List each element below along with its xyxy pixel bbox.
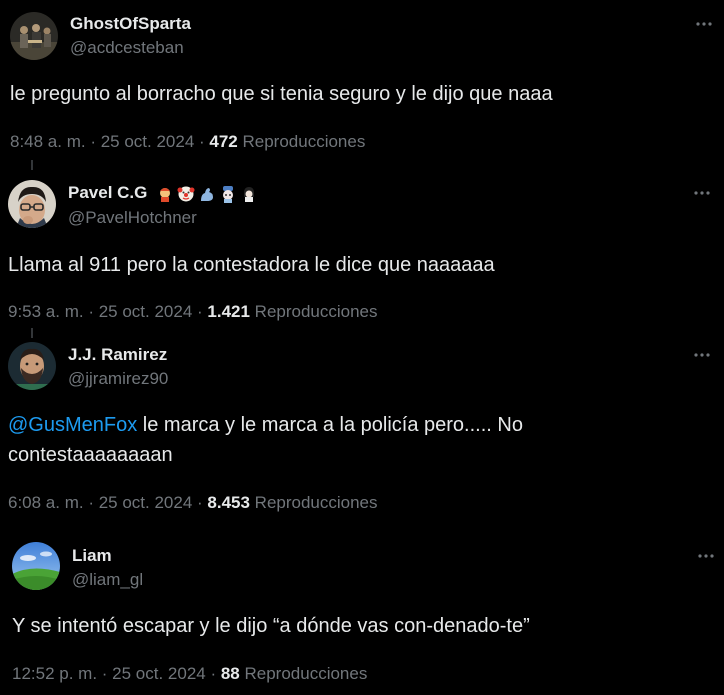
timestamp[interactable]: 6:08 a. m. · 25 oct. 2024 · xyxy=(8,493,207,512)
ghost-girl-emoji-icon xyxy=(240,185,258,203)
avatar[interactable] xyxy=(10,12,58,60)
green-hill-sky-avatar-icon xyxy=(12,542,60,590)
user-handle[interactable]: @acdcesteban xyxy=(70,38,184,58)
tweet-text-line1: le marca y le marca a la policía pero...… xyxy=(137,414,523,436)
user-handle[interactable]: @PavelHotchner xyxy=(68,208,197,228)
more-options-icon[interactable] xyxy=(692,183,712,203)
more-options-icon[interactable] xyxy=(692,345,712,365)
thread-connector xyxy=(31,328,33,338)
tweet-text: Y se intentó escapar y le dijo “a dónde … xyxy=(12,615,530,637)
fist-boy-emoji-icon xyxy=(156,185,174,203)
view-count: 8.453 xyxy=(207,493,250,512)
more-options-icon[interactable] xyxy=(694,14,714,34)
timestamp[interactable]: 9:53 a. m. · 25 oct. 2024 · xyxy=(8,302,207,321)
mention-link[interactable]: @GusMenFox xyxy=(8,414,137,436)
user-handle[interactable]: @liam_gl xyxy=(72,570,143,590)
more-options-icon[interactable] xyxy=(696,546,716,566)
views-label: Reproducciones xyxy=(239,664,368,683)
display-name[interactable]: Pavel C.G xyxy=(68,183,147,202)
timestamp[interactable]: 8:48 a. m. · 25 oct. 2024 · xyxy=(10,132,209,151)
display-name-row[interactable]: Pavel C.G xyxy=(68,183,258,203)
bearded-man-avatar-icon xyxy=(8,342,56,390)
name-emojis xyxy=(156,185,258,203)
skull-hat-emoji-icon xyxy=(219,185,237,203)
tweet-meta: 9:53 a. m. · 25 oct. 2024 · 1.421 Reprod… xyxy=(8,302,378,322)
view-count: 88 xyxy=(220,664,240,683)
tweet-meta: 8:48 a. m. · 25 oct. 2024 · 472 Reproduc… xyxy=(10,132,365,152)
display-name[interactable]: Liam xyxy=(72,546,112,566)
views-label: Reproducciones xyxy=(249,493,378,512)
tweet-text-line2: contestaaaaaaaan xyxy=(8,444,173,466)
avatar[interactable] xyxy=(8,180,56,228)
flexed-arm-emoji-icon xyxy=(198,185,216,203)
display-name[interactable]: GhostOfSparta xyxy=(70,14,191,34)
tweet-meta: 12:52 p. m. · 25 oct. 2024 · 88 Reproduc… xyxy=(12,664,367,684)
man-with-glasses-avatar-icon xyxy=(8,180,56,228)
tweet-text: @GusMenFox le marca y le marca a la poli… xyxy=(8,410,698,470)
view-count: 472 xyxy=(209,132,238,151)
views-label: Reproducciones xyxy=(237,132,366,151)
tweet-text: Llama al 911 pero la contestadora le dic… xyxy=(8,254,495,276)
band-photo-avatar-icon xyxy=(10,12,58,60)
views-label: Reproducciones xyxy=(249,302,378,321)
display-name[interactable]: J.J. Ramirez xyxy=(68,345,167,365)
view-count: 1.421 xyxy=(207,302,250,321)
avatar[interactable] xyxy=(12,542,60,590)
tweet-meta: 6:08 a. m. · 25 oct. 2024 · 8.453 Reprod… xyxy=(8,493,378,513)
thread-connector xyxy=(31,160,33,170)
user-handle[interactable]: @jjramirez90 xyxy=(68,369,168,389)
timestamp[interactable]: 12:52 p. m. · 25 oct. 2024 · xyxy=(12,664,221,683)
clown-emoji-icon xyxy=(177,185,195,203)
tweet-text: le pregunto al borracho que si tenia seg… xyxy=(10,83,553,105)
avatar[interactable] xyxy=(8,342,56,390)
